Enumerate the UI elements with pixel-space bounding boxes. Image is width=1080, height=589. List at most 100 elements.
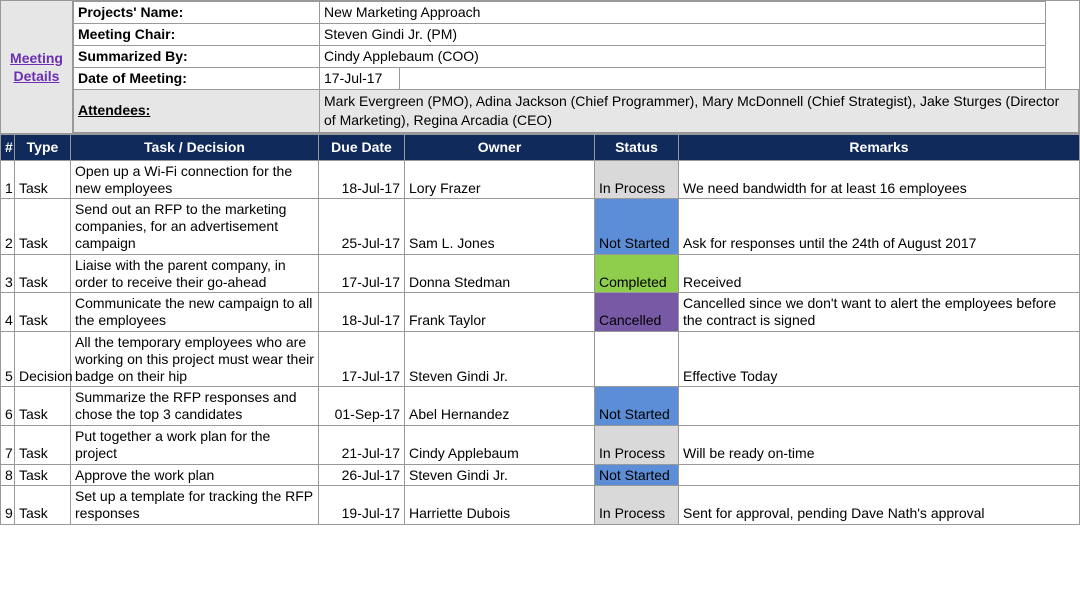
detail-value: 17-Jul-17 (320, 68, 400, 90)
cell-owner: Harriette Dubois (405, 486, 595, 525)
cell-owner: Frank Taylor (405, 293, 595, 332)
cell-num: 4 (1, 293, 15, 332)
cell-num: 9 (1, 486, 15, 525)
cell-remarks: Sent for approval, pending Dave Nath's a… (679, 486, 1080, 525)
cell-remarks (679, 387, 1080, 426)
detail-row: Date of Meeting: 17-Jul-17 (74, 68, 1079, 90)
cell-task: Set up a template for tracking the RFP r… (71, 486, 319, 525)
table-row: 8TaskApprove the work plan26-Jul-17Steve… (1, 464, 1080, 486)
cell-num: 8 (1, 464, 15, 486)
cell-status: In Process (595, 425, 679, 464)
cell-num: 5 (1, 331, 15, 386)
attendees-value: Mark Evergreen (PMO), Adina Jackson (Chi… (320, 90, 1079, 133)
cell-num: 6 (1, 387, 15, 426)
cell-type: Task (15, 254, 71, 293)
cell-owner: Abel Hernandez (405, 387, 595, 426)
col-remarks: Remarks (679, 134, 1080, 160)
cell-type: Task (15, 160, 71, 199)
cell-status: Not Started (595, 387, 679, 426)
cell-owner: Steven Gindi Jr. (405, 464, 595, 486)
cell-task: Send out an RFP to the marketing compani… (71, 199, 319, 254)
table-row: 7TaskPut together a work plan for the pr… (1, 425, 1080, 464)
cell-owner: Steven Gindi Jr. (405, 331, 595, 386)
col-due: Due Date (319, 134, 405, 160)
cell-task: Liaise with the parent company, in order… (71, 254, 319, 293)
cell-remarks: Received (679, 254, 1080, 293)
meeting-details-link[interactable]: Meeting Details (1, 49, 72, 85)
cell-task: Put together a work plan for the project (71, 425, 319, 464)
meeting-header: Meeting Details Projects' Name: New Mark… (0, 0, 1080, 134)
cell-num: 2 (1, 199, 15, 254)
col-num: # (1, 134, 15, 160)
cell-status: In Process (595, 160, 679, 199)
table-row: 2TaskSend out an RFP to the marketing co… (1, 199, 1080, 254)
detail-blank (400, 68, 1046, 90)
detail-value: New Marketing Approach (320, 2, 1046, 24)
col-owner: Owner (405, 134, 595, 160)
cell-status: Completed (595, 254, 679, 293)
detail-blank (1046, 46, 1079, 68)
attendees-label: Attendees: (74, 90, 320, 133)
cell-type: Task (15, 293, 71, 332)
cell-type: Task (15, 425, 71, 464)
cell-status: Cancelled (595, 293, 679, 332)
cell-due: 25-Jul-17 (319, 199, 405, 254)
detail-blank (1046, 24, 1079, 46)
meeting-details-side: Meeting Details (1, 1, 73, 133)
cell-num: 7 (1, 425, 15, 464)
col-task: Task / Decision (71, 134, 319, 160)
detail-value: Steven Gindi Jr. (PM) (320, 24, 1046, 46)
detail-value: Cindy Applebaum (COO) (320, 46, 1046, 68)
cell-type: Decision (15, 331, 71, 386)
cell-due: 26-Jul-17 (319, 464, 405, 486)
detail-blank (1046, 2, 1079, 24)
table-row: 4TaskCommunicate the new campaign to all… (1, 293, 1080, 332)
cell-remarks: Cancelled since we don't want to alert t… (679, 293, 1080, 332)
cell-task: All the temporary employees who are work… (71, 331, 319, 386)
col-type: Type (15, 134, 71, 160)
cell-task: Summarize the RFP responses and chose th… (71, 387, 319, 426)
table-row: 1TaskOpen up a Wi-Fi connection for the … (1, 160, 1080, 199)
detail-row: Summarized By: Cindy Applebaum (COO) (74, 46, 1079, 68)
cell-due: 17-Jul-17 (319, 331, 405, 386)
cell-owner: Cindy Applebaum (405, 425, 595, 464)
cell-remarks: Ask for responses until the 24th of Augu… (679, 199, 1080, 254)
cell-type: Task (15, 387, 71, 426)
table-row: 9TaskSet up a template for tracking the … (1, 486, 1080, 525)
cell-task: Communicate the new campaign to all the … (71, 293, 319, 332)
detail-row: Projects' Name: New Marketing Approach (74, 2, 1079, 24)
table-row: 3TaskLiaise with the parent company, in … (1, 254, 1080, 293)
cell-due: 01-Sep-17 (319, 387, 405, 426)
detail-label: Projects' Name: (74, 2, 320, 24)
cell-remarks (679, 464, 1080, 486)
detail-row: Meeting Chair: Steven Gindi Jr. (PM) (74, 24, 1079, 46)
attendees-row: Attendees: Mark Evergreen (PMO), Adina J… (74, 90, 1079, 133)
detail-label: Meeting Chair: (74, 24, 320, 46)
cell-remarks: We need bandwidth for at least 16 employ… (679, 160, 1080, 199)
cell-remarks: Will be ready on-time (679, 425, 1080, 464)
col-status: Status (595, 134, 679, 160)
cell-due: 21-Jul-17 (319, 425, 405, 464)
detail-label: Summarized By: (74, 46, 320, 68)
cell-task: Approve the work plan (71, 464, 319, 486)
cell-num: 1 (1, 160, 15, 199)
cell-type: Task (15, 464, 71, 486)
cell-status: In Process (595, 486, 679, 525)
detail-label: Date of Meeting: (74, 68, 320, 90)
detail-blank (1046, 68, 1079, 90)
cell-owner: Donna Stedman (405, 254, 595, 293)
cell-owner: Sam L. Jones (405, 199, 595, 254)
cell-due: 18-Jul-17 (319, 293, 405, 332)
cell-type: Task (15, 486, 71, 525)
tasks-table: # Type Task / Decision Due Date Owner St… (0, 134, 1080, 525)
cell-due: 18-Jul-17 (319, 160, 405, 199)
cell-remarks: Effective Today (679, 331, 1080, 386)
details-table: Projects' Name: New Marketing Approach M… (73, 1, 1079, 133)
table-row: 6TaskSummarize the RFP responses and cho… (1, 387, 1080, 426)
cell-due: 19-Jul-17 (319, 486, 405, 525)
table-header-row: # Type Task / Decision Due Date Owner St… (1, 134, 1080, 160)
table-row: 5DecisionAll the temporary employees who… (1, 331, 1080, 386)
cell-num: 3 (1, 254, 15, 293)
cell-status: Not Started (595, 199, 679, 254)
cell-status (595, 331, 679, 386)
